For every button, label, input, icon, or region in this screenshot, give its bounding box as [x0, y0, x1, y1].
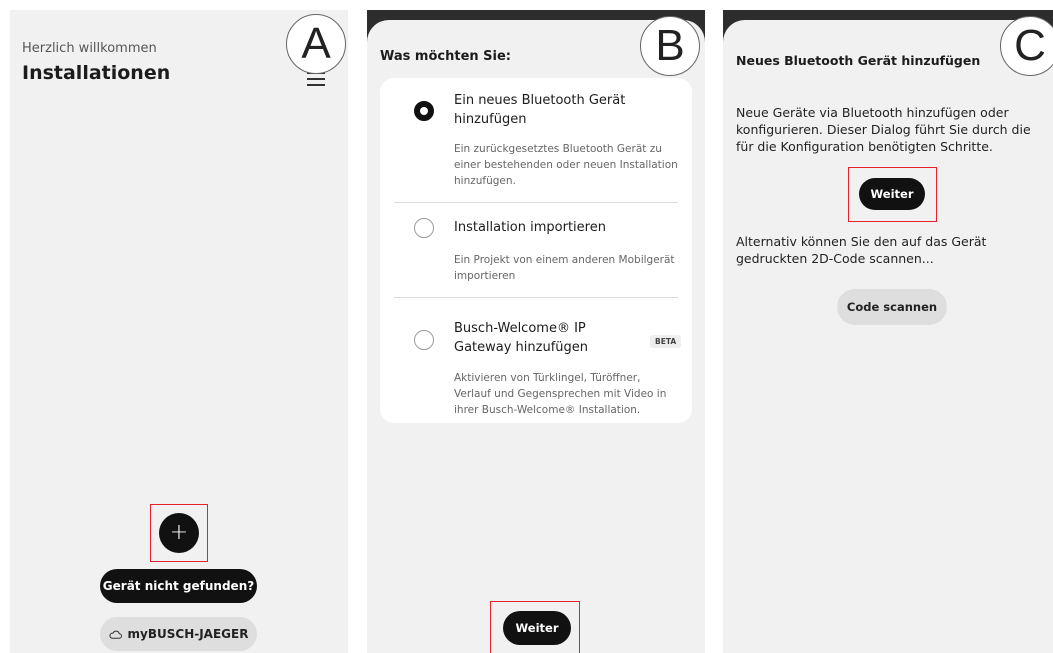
greeting-text: Herzlich willkommen: [22, 41, 157, 56]
dialog-title: Was möchten Sie:: [380, 49, 511, 64]
divider: [394, 297, 678, 298]
beta-badge: BETA: [650, 335, 682, 348]
cloud-icon: [108, 630, 122, 639]
option-title: Busch-Welcome® IP Gateway hinzufügen: [454, 321, 589, 355]
scan-code-button[interactable]: Code scannen: [837, 289, 947, 325]
panel-letter-b: B: [640, 16, 700, 76]
highlight-box-next-button: [490, 601, 580, 653]
option-title: Installation importieren: [454, 220, 606, 235]
option-description: Ein zurückgesetztes Bluetooth Gerät zu e…: [454, 143, 678, 187]
panel-c-bluetooth-dialog: Neues Bluetooth Gerät hinzufügen Neue Ge…: [723, 10, 1053, 653]
dialog-sheet: Was möchten Sie: Ein neues Bluetooth Ger…: [367, 20, 705, 653]
option-description: Ein Projekt von einem anderen Mobilgerät…: [454, 254, 675, 282]
panel-b-options-dialog: Was möchten Sie: Ein neues Bluetooth Ger…: [367, 10, 705, 653]
page-title: Installationen: [22, 62, 171, 84]
panel-a-installations-screen: Herzlich willkommen Installationen + Ger…: [10, 10, 348, 653]
radio-unselected-icon[interactable]: [414, 218, 434, 238]
intro-text: Neue Geräte via Bluetooth hinzufügen ode…: [736, 105, 1031, 154]
mybuschjaeger-label: myBUSCH-JAEGER: [127, 627, 249, 641]
hamburger-menu-icon[interactable]: [307, 72, 325, 86]
divider: [394, 202, 678, 203]
alternative-text: Alternativ können Sie den auf das Gerät …: [736, 234, 987, 266]
radio-unselected-icon[interactable]: [414, 330, 434, 350]
device-not-found-label: Gerät nicht gefunden?: [102, 579, 255, 593]
dialog-title: Neues Bluetooth Gerät hinzufügen: [736, 53, 981, 68]
highlight-box-next-button: [848, 167, 937, 222]
option-description: Aktivieren von Türklingel, Türöffner, Ve…: [454, 372, 667, 416]
options-card: Ein neues Bluetooth Gerät hinzufügen Ein…: [380, 78, 692, 423]
device-not-found-button[interactable]: Gerät nicht gefunden?: [100, 569, 257, 603]
highlight-box-add-button: [150, 504, 208, 562]
panel-letter-c: C: [1000, 16, 1053, 76]
panel-letter-a: A: [286, 14, 346, 74]
dialog-sheet: Neues Bluetooth Gerät hinzufügen Neue Ge…: [723, 20, 1053, 653]
mybuschjaeger-button[interactable]: myBUSCH-JAEGER: [100, 617, 257, 651]
option-title: Ein neues Bluetooth Gerät hinzufügen: [454, 93, 626, 127]
scan-code-label: Code scannen: [846, 300, 938, 314]
radio-selected-icon[interactable]: [414, 101, 434, 121]
